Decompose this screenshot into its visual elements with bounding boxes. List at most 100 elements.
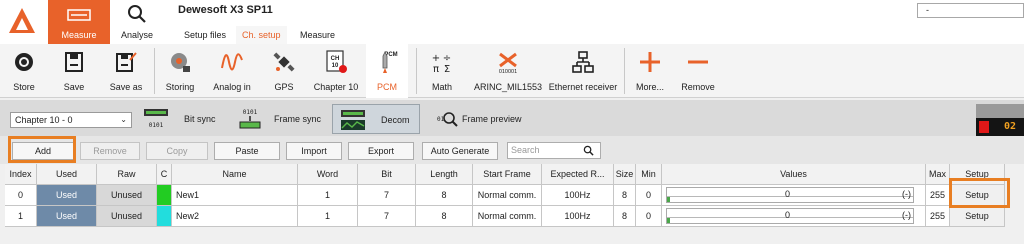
header-bit[interactable]: Bit	[358, 164, 416, 185]
header-start-frame[interactable]: Start Frame	[473, 164, 542, 185]
tab-setup-files[interactable]: Setup files	[178, 26, 232, 44]
search-icon	[128, 5, 146, 23]
window-title-box: -	[917, 3, 1024, 18]
cell-start-frame[interactable]: Normal comm.	[473, 185, 542, 206]
chapter10-button[interactable]: CH 10 Chapter 10	[310, 44, 362, 98]
header-max[interactable]: Max	[926, 164, 950, 185]
header-index[interactable]: Index	[5, 164, 37, 185]
tab-bit-sync[interactable]: 0101 Bit sync	[136, 104, 218, 134]
svg-text:Σ: Σ	[444, 64, 450, 74]
measure-icon	[67, 9, 91, 21]
svg-text:+: +	[432, 53, 440, 64]
cell-values: 0 (-)	[662, 185, 926, 206]
header-expected-rate[interactable]: Expected R...	[542, 164, 614, 185]
export-button[interactable]: Export	[348, 142, 414, 160]
gps-button[interactable]: GPS	[264, 44, 304, 98]
analog-in-label: Analog in	[213, 82, 251, 92]
math-icon: + ÷ π Σ	[432, 53, 451, 74]
decom-subbar: Chapter 10 - 0 ⌄ 0101 Bit sync 0101 Fram…	[0, 100, 1024, 136]
value-readout: 0	[785, 189, 791, 199]
cell-length[interactable]: 8	[416, 206, 473, 227]
cell-bit[interactable]: 7	[358, 206, 416, 227]
tab-frame-sync[interactable]: 0101 Frame sync	[230, 104, 322, 134]
value-bar-fill	[667, 197, 670, 202]
auto-generate-button[interactable]: Auto Generate	[422, 142, 498, 160]
pcm-label: PCM	[377, 82, 397, 92]
chapter-select[interactable]: Chapter 10 - 0 ⌄	[10, 112, 132, 128]
cell-used[interactable]: Used	[37, 206, 97, 227]
cell-expected-rate[interactable]: 100Hz	[542, 206, 614, 227]
cell-index: 0	[5, 185, 37, 206]
cell-name[interactable]: New1	[172, 185, 298, 206]
pcm-button[interactable]: PCM PCM	[366, 44, 408, 98]
cell-min[interactable]: 0	[636, 185, 662, 206]
mode-measure[interactable]: Measure	[48, 0, 110, 44]
header-color[interactable]: C	[157, 164, 172, 185]
tab-frame-preview[interactable]: 01 Frame preview	[426, 104, 530, 134]
save-as-label: Save as	[109, 82, 143, 92]
header-size[interactable]: Size	[614, 164, 636, 185]
math-button[interactable]: + ÷ π Σ Math	[422, 44, 462, 98]
cell-bit[interactable]: 7	[358, 185, 416, 206]
ethernet-receiver-button[interactable]: Ethernet receiver	[548, 44, 618, 98]
header-used[interactable]: Used	[37, 164, 97, 185]
chapter10-icon: CH10	[326, 50, 347, 73]
cell-size[interactable]: 8	[614, 206, 636, 227]
header-min[interactable]: Min	[636, 164, 662, 185]
cell-start-frame[interactable]: Normal comm.	[473, 206, 542, 227]
cell-name[interactable]: New2	[172, 206, 298, 227]
store-button[interactable]: Store	[4, 44, 44, 98]
cell-min[interactable]: 0	[636, 206, 662, 227]
remove-channel-button[interactable]: Remove	[676, 44, 720, 98]
cell-length[interactable]: 8	[416, 185, 473, 206]
cell-word[interactable]: 1	[298, 206, 358, 227]
cell-word[interactable]: 1	[298, 185, 358, 206]
cell-raw[interactable]: Unused	[97, 206, 157, 227]
setup-button[interactable]: Setup	[950, 206, 1005, 227]
storing-button[interactable]: Storing	[160, 44, 200, 98]
mode-analyse[interactable]: Analyse	[110, 0, 164, 44]
import-button[interactable]: Import	[286, 142, 342, 160]
side-panel-header	[976, 104, 1024, 118]
cell-used[interactable]: Used	[37, 185, 97, 206]
save-as-button[interactable]: Save as	[104, 44, 148, 98]
cell-max[interactable]: 255	[926, 185, 950, 206]
header-raw[interactable]: Raw	[97, 164, 157, 185]
tab-measure[interactable]: Measure	[294, 26, 341, 44]
search-input[interactable]: Search	[507, 142, 601, 159]
cell-expected-rate[interactable]: 100Hz	[542, 185, 614, 206]
remove-button[interactable]: Remove	[80, 142, 140, 160]
plus-icon	[640, 52, 660, 72]
cell-max[interactable]: 255	[926, 206, 950, 227]
setup-button-highlight	[949, 178, 1010, 208]
tab-frame-sync-label: Frame sync	[274, 114, 322, 124]
arinc-icon: 010001	[499, 52, 517, 74]
header-length[interactable]: Length	[416, 164, 473, 185]
header-values[interactable]: Values	[662, 164, 926, 185]
cell-color-swatch[interactable]	[157, 206, 172, 227]
chevron-down-icon: ⌄	[120, 115, 127, 124]
decom-icon	[341, 110, 365, 130]
paste-button[interactable]: Paste	[214, 142, 280, 160]
analog-in-icon	[221, 53, 243, 71]
store-label: Store	[13, 82, 35, 92]
cell-size[interactable]: 8	[614, 185, 636, 206]
gps-icon	[273, 52, 295, 72]
header-name[interactable]: Name	[172, 164, 298, 185]
value-unit: (-)	[902, 189, 911, 199]
header-word[interactable]: Word	[298, 164, 358, 185]
value-bar: 0 (-)	[666, 208, 914, 224]
tab-decom[interactable]: Decom	[332, 104, 420, 134]
search-icon	[583, 145, 594, 156]
cell-color-swatch[interactable]	[157, 185, 172, 206]
arinc-button[interactable]: 010001 ARINC_MIL1553	[472, 44, 544, 98]
analog-in-button[interactable]: Analog in	[208, 44, 256, 98]
ribbon-separator	[624, 48, 625, 94]
tab-ch-setup[interactable]: Ch. setup	[236, 26, 287, 44]
copy-button[interactable]: Copy	[146, 142, 208, 160]
cell-raw[interactable]: Unused	[97, 185, 157, 206]
svg-text:÷: ÷	[443, 53, 451, 64]
save-button[interactable]: Save	[54, 44, 94, 98]
save-label: Save	[63, 82, 85, 92]
more-button[interactable]: More...	[630, 44, 670, 98]
